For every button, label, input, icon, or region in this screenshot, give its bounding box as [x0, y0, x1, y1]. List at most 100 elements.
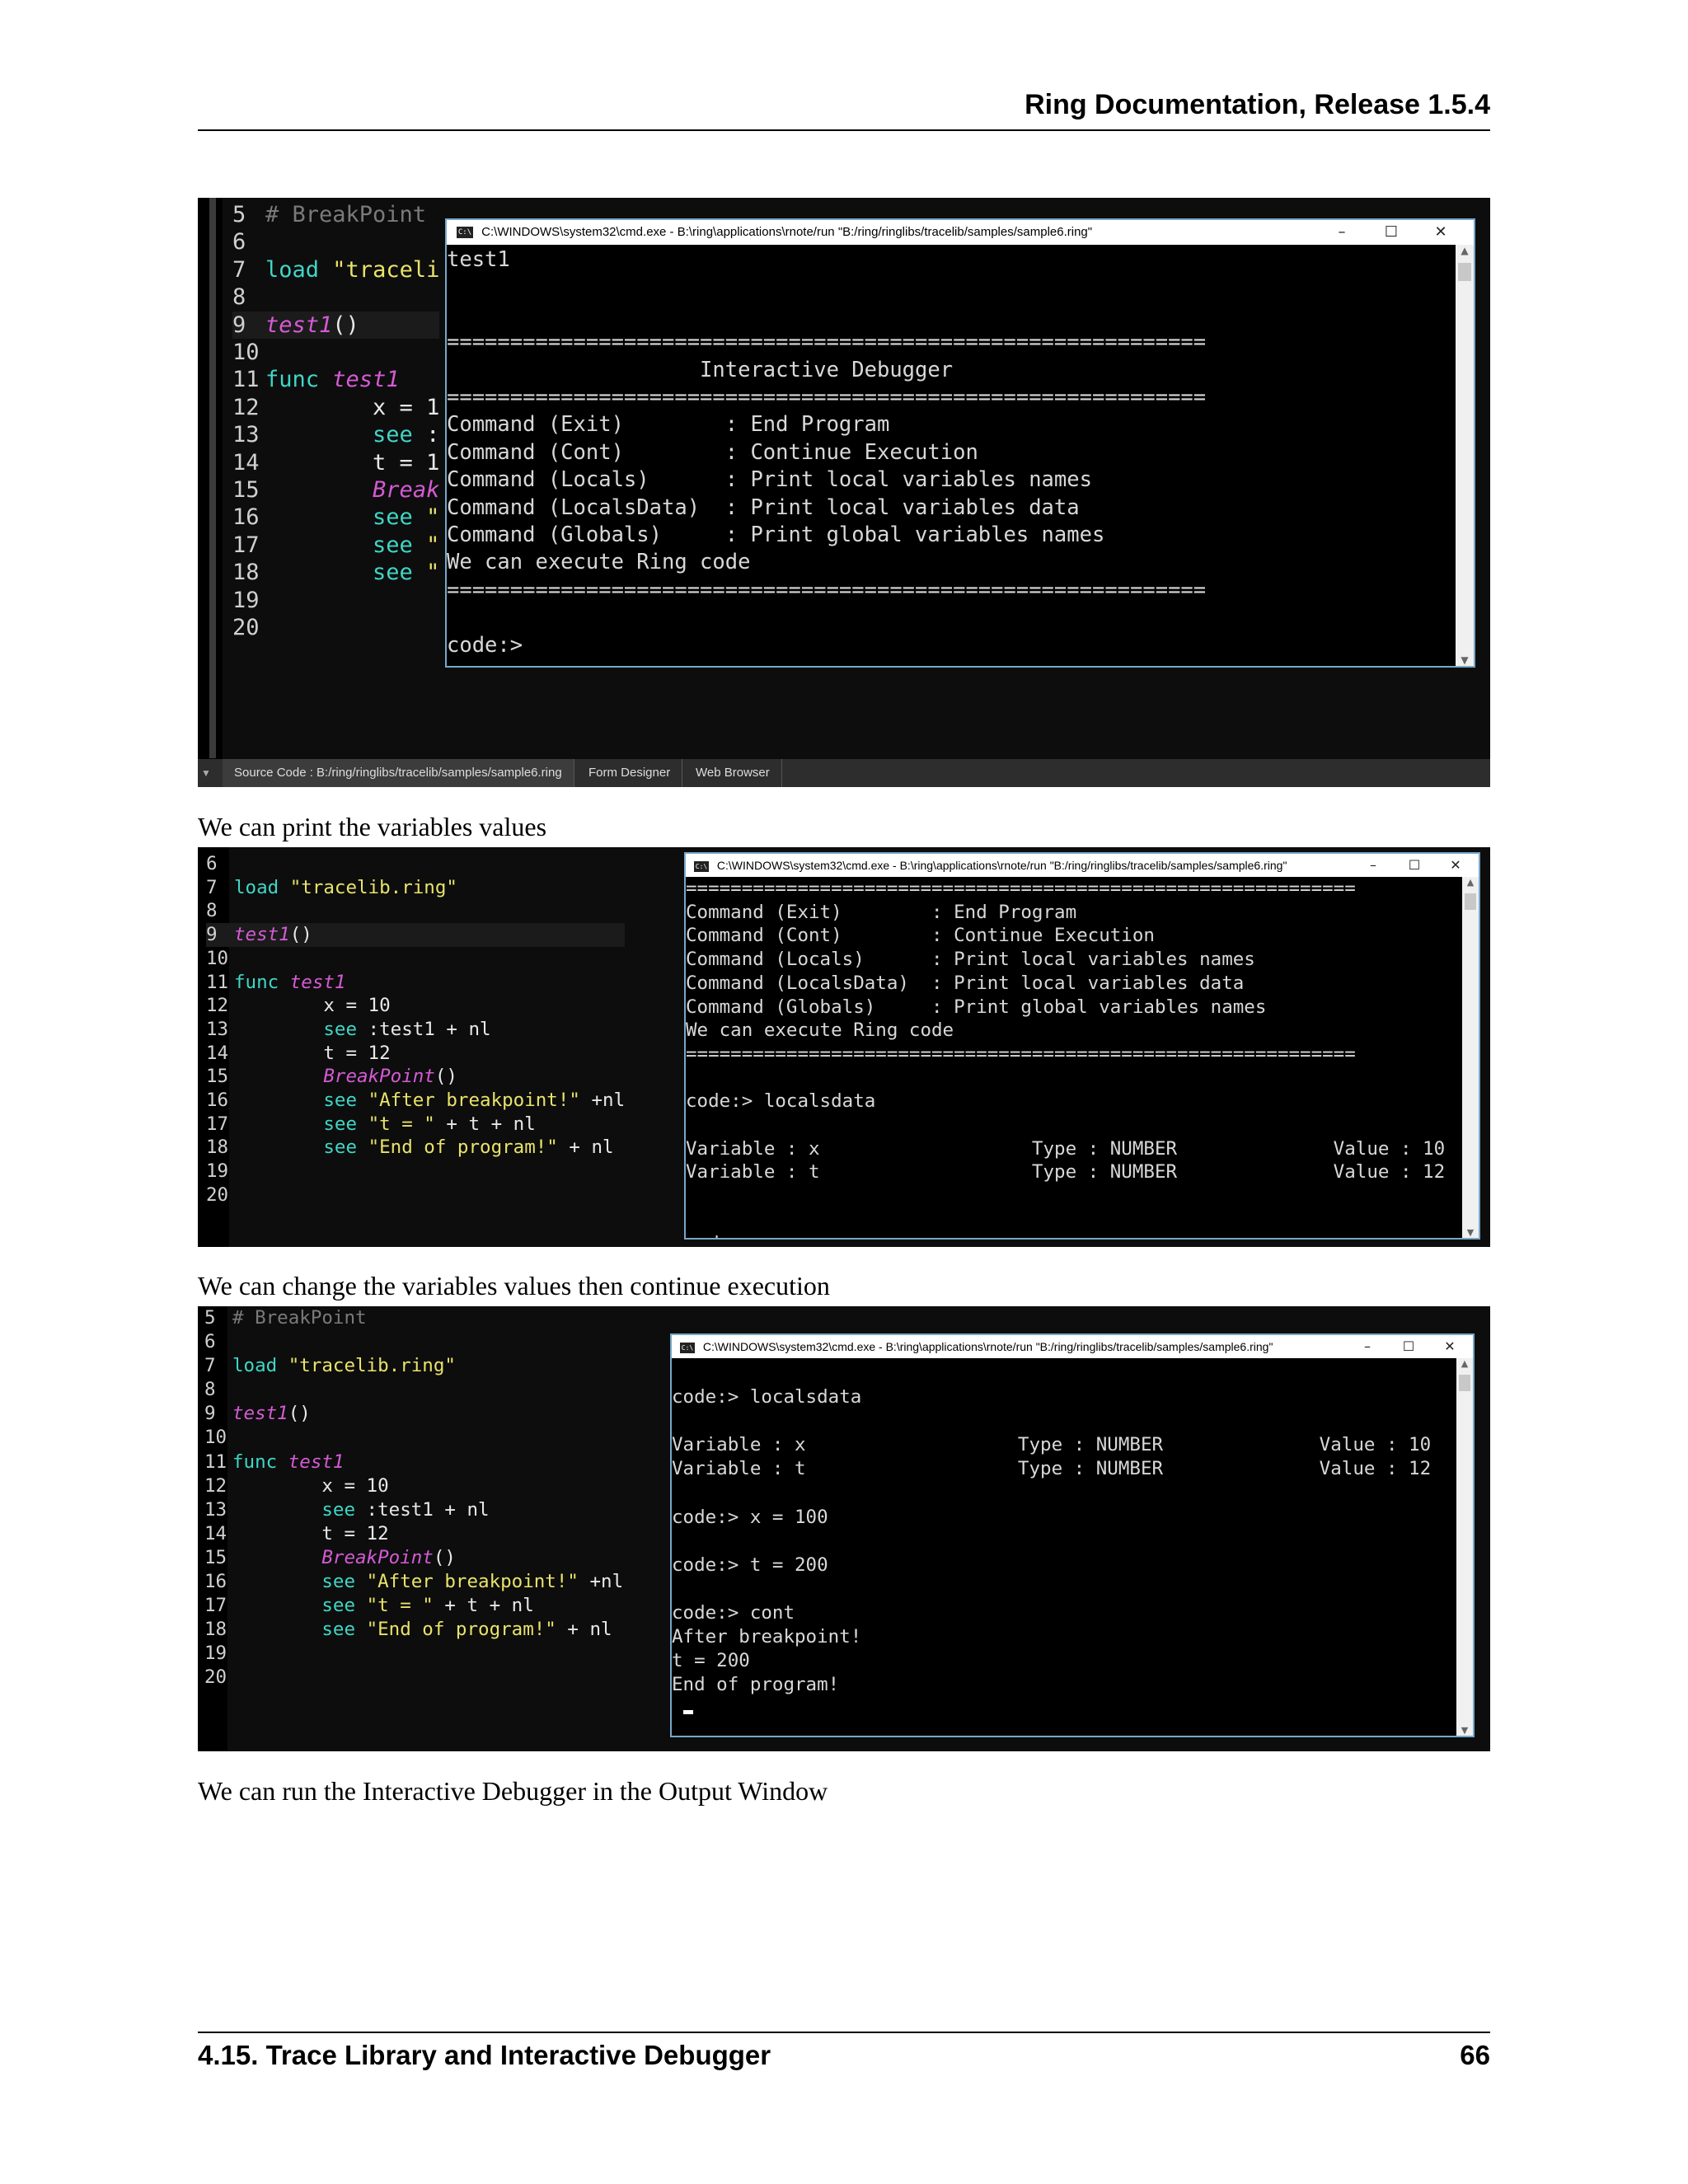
- tab-source-code[interactable]: Source Code : B:/ring/ringlibs/tracelib/…: [223, 759, 574, 787]
- source-code-editor[interactable]: 5 # BreakPoint 6 7 load "traceli 8 9 test1() 1…: [232, 201, 440, 642]
- code-line[interactable]: 15 BreakPoint(): [204, 1546, 623, 1570]
- editor-scrollbar[interactable]: [209, 198, 216, 758]
- scroll-down-icon[interactable]: ▼: [1456, 1725, 1473, 1736]
- terminal-line: After breakpoint!: [672, 1626, 862, 1648]
- code-line[interactable]: 18 see "End of program!" + nl: [206, 1136, 625, 1160]
- code-line[interactable]: 10: [204, 1426, 623, 1450]
- cmd-output-area[interactable]: code:> localsdata Variable : x Type : NU…: [672, 1358, 1456, 1736]
- code-line[interactable]: 12 x = 10: [206, 994, 625, 1018]
- code-line[interactable]: 16 see ": [232, 504, 439, 531]
- code-line[interactable]: 19: [204, 1642, 623, 1666]
- code-line[interactable]: 15 BreakPoint(): [206, 1065, 625, 1089]
- code-line[interactable]: 14 t = 12: [206, 1042, 625, 1066]
- close-icon[interactable]: ✕: [1441, 854, 1470, 877]
- code-line[interactable]: 20: [232, 614, 439, 641]
- tab-web-browser[interactable]: Web Browser: [684, 759, 782, 787]
- cmd-window[interactable]: C:\ C:\WINDOWS\system32\cmd.exe - B:\rin…: [670, 1333, 1475, 1737]
- tab-form-designer[interactable]: Form Designer: [577, 759, 683, 787]
- maximize-icon[interactable]: ☐: [1400, 854, 1429, 877]
- code-line[interactable]: 10: [232, 339, 439, 366]
- code-line[interactable]: 9 test1(): [206, 923, 626, 947]
- code-line[interactable]: 6: [206, 852, 625, 876]
- code-line[interactable]: 9 test1(): [204, 1402, 623, 1426]
- terminal-line: code:> localsdata: [672, 1386, 862, 1408]
- code-line[interactable]: 9 test1(): [232, 311, 440, 340]
- close-icon[interactable]: ✕: [1424, 220, 1457, 245]
- minimize-icon[interactable]: –: [1353, 1335, 1382, 1358]
- code-line[interactable]: 16 see "After breakpoint!" +nl: [204, 1570, 623, 1594]
- code-line[interactable]: 12 x = 10: [204, 1474, 623, 1498]
- code-line[interactable]: 5 # BreakPoint: [232, 201, 439, 228]
- code-line[interactable]: 6: [232, 228, 439, 255]
- code-line[interactable]: 14 t = 1: [232, 449, 439, 476]
- chevron-down-icon[interactable]: ▼: [201, 759, 211, 787]
- maximize-icon[interactable]: ☐: [1375, 220, 1408, 245]
- code-line[interactable]: 17 see "t = " + t + nl: [206, 1113, 625, 1137]
- code-line[interactable]: 5 # BreakPoint: [204, 1306, 623, 1330]
- code-line[interactable]: 18 see ": [232, 559, 439, 586]
- source-code-editor[interactable]: 5 # BreakPoint 6 7 load "tracelib.ring" 8 9t…: [204, 1306, 623, 1690]
- code-line[interactable]: 12 x = 1: [232, 394, 439, 421]
- line-number: 10: [232, 340, 260, 366]
- running-header: Ring Documentation, Release 1.5.4: [1025, 89, 1490, 120]
- cmd-scrollbar[interactable]: ▲ ▼: [1456, 1358, 1473, 1736]
- code-line[interactable]: 19: [206, 1160, 625, 1183]
- code-line[interactable]: 19: [232, 587, 439, 614]
- code-line[interactable]: 7 load "tracelib.ring": [206, 876, 625, 900]
- cmd-scrollbar[interactable]: ▲ ▼: [1462, 877, 1479, 1238]
- code-line[interactable]: 17 see "t = " + t + nl: [204, 1594, 623, 1618]
- code-line[interactable]: 18 see "End of program!" + nl: [204, 1618, 623, 1642]
- code-line[interactable]: 13 see :: [232, 421, 439, 448]
- code-line[interactable]: 11 func test1: [232, 366, 439, 393]
- code-line[interactable]: 11 func test1: [204, 1451, 623, 1474]
- close-icon[interactable]: ✕: [1435, 1335, 1465, 1358]
- terminal-line: Command (Cont) : Continue Execution: [686, 925, 1155, 947]
- code-line[interactable]: 20: [204, 1666, 623, 1690]
- scroll-down-icon[interactable]: ▼: [1462, 1227, 1479, 1238]
- code-line[interactable]: 14 t = 12: [204, 1522, 623, 1546]
- scroll-thumb[interactable]: [1465, 893, 1476, 910]
- scroll-thumb[interactable]: [1459, 1375, 1470, 1391]
- code-line[interactable]: 7 load "traceli: [232, 256, 439, 284]
- code-line[interactable]: 13 see :test1 + nl: [206, 1018, 625, 1042]
- code-line[interactable]: 15 Break: [232, 476, 439, 504]
- code-line[interactable]: 13 see :test1 + nl: [204, 1498, 623, 1522]
- code-line[interactable]: 11 func test1: [206, 971, 625, 995]
- cmd-scrollbar[interactable]: ▲ ▼: [1456, 245, 1474, 666]
- source-code-editor[interactable]: 6 7 load "tracelib.ring" 8 9 test1() 10 11 fu…: [206, 852, 626, 1207]
- code-line[interactable]: 8: [232, 284, 439, 311]
- cmd-title-bar[interactable]: C:\ C:\WINDOWS\system32\cmd.exe - B:\rin…: [447, 220, 1474, 245]
- scroll-up-icon[interactable]: ▲: [1456, 1358, 1473, 1369]
- code-line[interactable]: 8: [204, 1378, 623, 1402]
- code-line[interactable]: 10: [206, 947, 625, 971]
- minimize-icon[interactable]: –: [1358, 854, 1388, 877]
- scroll-down-icon[interactable]: ▼: [1456, 654, 1474, 666]
- code-line[interactable]: 20: [206, 1183, 625, 1207]
- scroll-up-icon[interactable]: ▲: [1456, 245, 1474, 256]
- cmd-title-bar[interactable]: C:\ C:\WINDOWS\system32\cmd.exe - B:\rin…: [686, 854, 1479, 877]
- code-line[interactable]: 17 see ": [232, 532, 439, 559]
- cmd-output-area[interactable]: ========================================…: [686, 877, 1462, 1238]
- line-number: 16: [232, 504, 260, 531]
- code-line[interactable]: 16 see "After breakpoint!" +nl: [206, 1089, 625, 1113]
- cmd-title-bar[interactable]: C:\ C:\WINDOWS\system32\cmd.exe - B:\rin…: [672, 1335, 1473, 1358]
- code-text: see "t = " + t + nl: [321, 1595, 534, 1617]
- line-number: 12: [204, 1474, 227, 1497]
- cmd-output-area[interactable]: test1 ==================================…: [447, 245, 1456, 666]
- scroll-thumb[interactable]: [1458, 263, 1471, 281]
- code-line[interactable]: 7 load "tracelib.ring": [204, 1354, 623, 1378]
- terminal-line: code:>: [447, 632, 523, 658]
- maximize-icon[interactable]: ☐: [1394, 1335, 1423, 1358]
- code-text: see :: [373, 422, 440, 448]
- minimize-icon[interactable]: –: [1325, 220, 1358, 245]
- scroll-up-icon[interactable]: ▲: [1462, 877, 1479, 888]
- code-line[interactable]: 6: [204, 1330, 623, 1354]
- cmd-window[interactable]: C:\ C:\WINDOWS\system32\cmd.exe - B:\rin…: [684, 852, 1480, 1240]
- cmd-icon: C:\: [680, 1342, 695, 1353]
- cmd-window[interactable]: C:\ C:\WINDOWS\system32\cmd.exe - B:\rin…: [445, 218, 1475, 668]
- code-line[interactable]: 8: [206, 899, 625, 923]
